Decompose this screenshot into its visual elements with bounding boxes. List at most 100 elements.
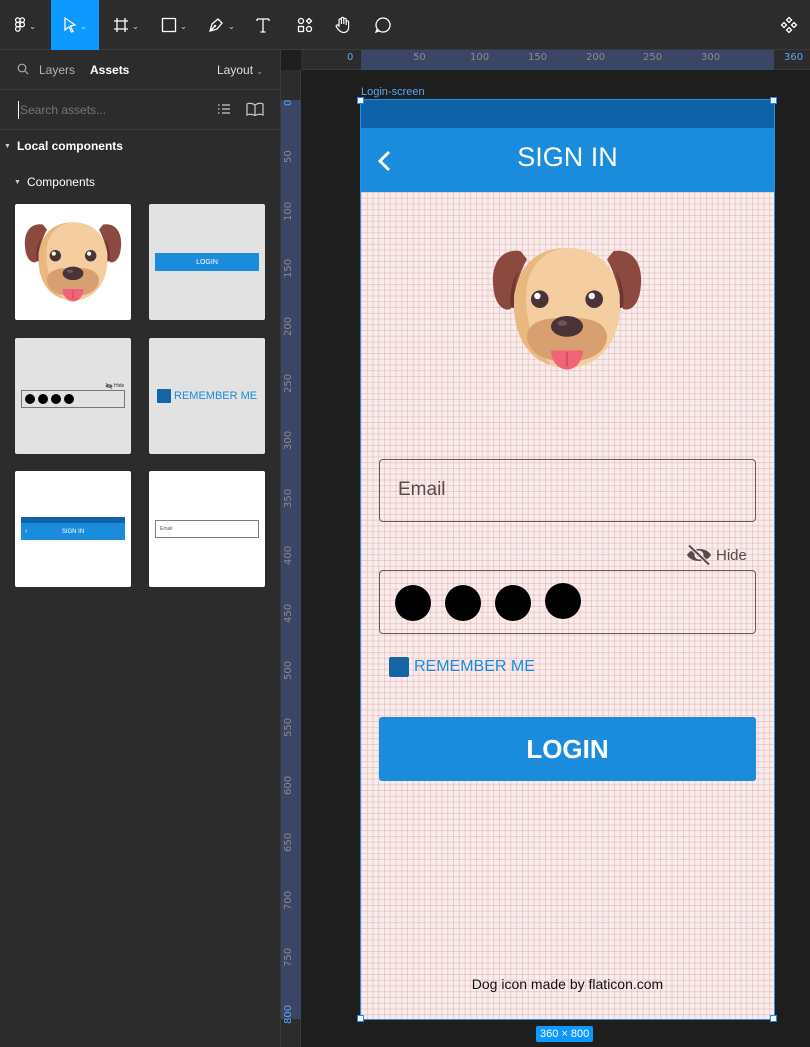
pen-tool-button[interactable]: ⌄ xyxy=(200,0,242,50)
frame-icon xyxy=(114,18,129,32)
password-dot xyxy=(64,394,74,404)
frame-name-label[interactable]: Login-screen xyxy=(361,86,425,98)
ruler-tick-label: 50 xyxy=(413,52,426,63)
back-arrow-icon: ‹ xyxy=(25,528,28,535)
selection-handle-top-left[interactable] xyxy=(357,97,364,104)
ruler-tick-label: 250 xyxy=(283,373,294,393)
password-field-preview xyxy=(21,390,125,408)
selection-handle-bottom-right[interactable] xyxy=(770,1015,777,1022)
remember-me-label: REMEMBER ME xyxy=(414,658,535,675)
tab-assets[interactable]: Assets xyxy=(90,63,129,77)
ruler-tick-label: 500 xyxy=(283,660,294,680)
component-thumb-remember[interactable]: REMEMBER ME xyxy=(149,338,265,454)
frame-tool-button[interactable]: ⌄ xyxy=(106,0,146,50)
comment-tool-button[interactable] xyxy=(368,0,398,50)
components-icon xyxy=(780,16,798,34)
password-dot xyxy=(445,585,481,621)
hide-label: Hide xyxy=(716,546,747,564)
email-field[interactable]: Email xyxy=(379,459,756,522)
local-components-header[interactable]: ▼ Local components xyxy=(4,139,123,153)
remember-me-checkbox[interactable]: REMEMBER ME xyxy=(389,657,535,677)
login-button-preview: LOGIN xyxy=(155,253,259,271)
ruler-tick-label: 200 xyxy=(283,316,294,336)
component-thumb-login[interactable]: LOGIN xyxy=(149,204,265,320)
password-dot xyxy=(495,585,531,621)
password-field[interactable] xyxy=(379,570,756,634)
chevron-down-icon: ⌄ xyxy=(180,21,187,31)
main-menu-button[interactable]: ⌄ xyxy=(0,0,50,50)
ruler-tick-label: 100 xyxy=(470,52,490,63)
login-screen-frame[interactable]: SIGN IN Email Hide REMEMBER ME LOGIN Dog… xyxy=(360,99,775,1020)
hide-preview-label: Hide xyxy=(114,383,125,389)
ruler-tick-label: 300 xyxy=(283,431,294,451)
header-preview: ‹ SIGN IN xyxy=(21,523,125,540)
hide-password-toggle[interactable]: Hide xyxy=(686,544,747,566)
dog-icon xyxy=(477,232,657,392)
ruler-tick-label: 360 xyxy=(784,52,804,63)
ruler-tick-label: 550 xyxy=(283,718,294,738)
password-dot xyxy=(25,394,35,404)
login-button-label: LOGIN xyxy=(526,733,609,764)
selection-handle-top-right[interactable] xyxy=(770,97,777,104)
remember-preview-label: REMEMBER ME xyxy=(174,390,258,402)
hand-tool-button[interactable] xyxy=(328,0,358,50)
move-tool-button[interactable]: ⌄ xyxy=(51,0,99,50)
component-thumb-email[interactable]: Email xyxy=(149,471,265,587)
remember-preview: REMEMBER ME xyxy=(157,389,257,403)
components-group-header[interactable]: ▼ Components xyxy=(14,175,95,189)
password-dot xyxy=(51,394,61,404)
ruler-tick-label: 750 xyxy=(283,947,294,967)
ruler-tick-label: 700 xyxy=(283,890,294,910)
eye-off-icon xyxy=(687,544,711,566)
component-thumb-password[interactable]: Hide xyxy=(15,338,131,454)
chevron-down-icon: ⌄ xyxy=(80,21,87,31)
ruler-tick-label: 250 xyxy=(643,52,663,63)
asset-search-row xyxy=(0,90,281,130)
eye-off-icon xyxy=(105,383,113,389)
ruler-tick-label: 400 xyxy=(283,546,294,566)
ruler-tick-label: 600 xyxy=(283,775,294,795)
search-icon[interactable] xyxy=(17,63,29,75)
local-components-label: Local components xyxy=(16,139,123,153)
components-tool-button[interactable] xyxy=(774,0,804,50)
layout-dropdown[interactable]: Layout ⌄ xyxy=(217,63,263,77)
component-thumb-header[interactable]: ‹ SIGN IN xyxy=(15,471,131,587)
tab-layers[interactable]: Layers xyxy=(39,63,75,77)
hand-icon xyxy=(335,16,350,34)
password-dot xyxy=(38,394,48,404)
panel-tabs: Layers Assets Layout ⌄ xyxy=(0,50,281,90)
list-view-icon[interactable] xyxy=(217,103,231,115)
ruler-tick-label: 800 xyxy=(283,1005,294,1025)
header-title: SIGN IN xyxy=(517,142,618,172)
ruler-tick-label: 200 xyxy=(586,52,606,63)
dog-icon xyxy=(21,212,125,316)
ruler-tick-label: 300 xyxy=(701,52,721,63)
caret-down-icon: ▼ xyxy=(4,142,11,150)
horizontal-ruler: 0 50 100 150 200 250 300 360 xyxy=(301,50,810,70)
ruler-tick-label: 0 xyxy=(283,99,294,106)
ruler-tick-label: 0 xyxy=(347,52,354,63)
figma-logo-icon xyxy=(15,17,26,32)
caret-down-icon: ▼ xyxy=(14,178,21,186)
library-book-icon[interactable] xyxy=(246,102,264,116)
ruler-tick-label: 150 xyxy=(528,52,548,63)
status-bar xyxy=(361,100,774,128)
footer-credit: Dog icon made by flaticon.com xyxy=(471,976,664,992)
selection-handle-bottom-left[interactable] xyxy=(357,1015,364,1022)
hide-toggle-preview: Hide xyxy=(105,383,124,389)
chevron-down-icon: ⌄ xyxy=(228,21,235,31)
shape-tool-button[interactable]: ⌄ xyxy=(154,0,194,50)
components-group-label: Components xyxy=(26,175,95,189)
resources-icon xyxy=(297,17,313,33)
resources-tool-button[interactable] xyxy=(290,0,320,50)
component-thumb-dog[interactable] xyxy=(15,204,131,320)
email-preview-label: Email xyxy=(160,526,173,532)
search-input[interactable] xyxy=(18,101,198,119)
login-button[interactable]: LOGIN xyxy=(379,717,756,781)
text-tool-button[interactable] xyxy=(248,0,278,50)
comment-icon xyxy=(374,17,391,34)
chevron-down-icon: ⌄ xyxy=(29,21,36,31)
login-preview-label: LOGIN xyxy=(196,258,218,266)
email-placeholder: Email xyxy=(398,479,446,500)
layout-label: Layout xyxy=(217,63,254,77)
